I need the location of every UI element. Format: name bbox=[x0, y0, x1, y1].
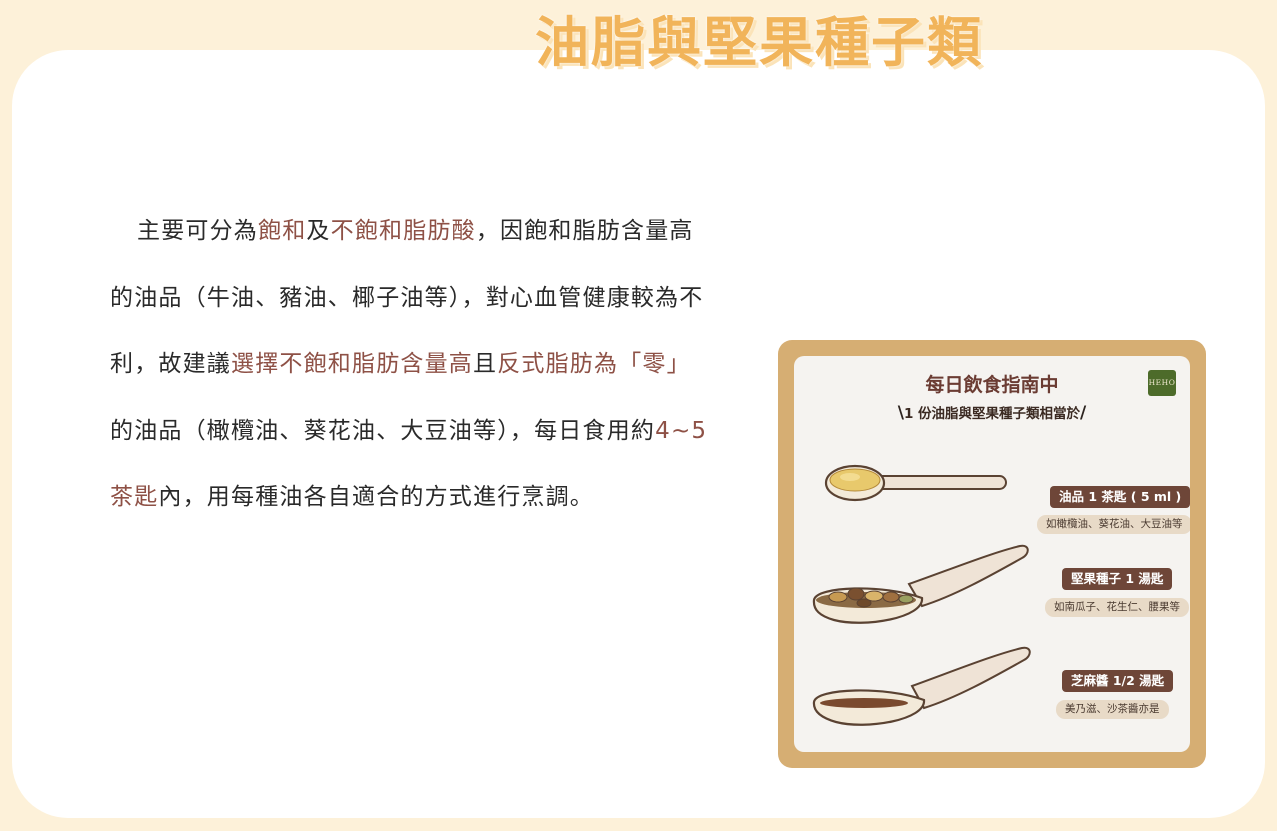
infographic-frame: 每日飲食指南中 \1 份油脂與堅果種子類相當於/ HEHO 油品 1 茶匙 (… bbox=[778, 340, 1206, 768]
infographic-panel: 每日飲食指南中 \1 份油脂與堅果種子類相當於/ HEHO 油品 1 茶匙 (… bbox=[794, 356, 1190, 752]
highlight-unsaturated-fatty-acid: 不飽和脂肪酸 bbox=[330, 218, 476, 244]
text-segment: 內，用每種油各自適合的方式進行烹調。 bbox=[158, 484, 595, 510]
body-paragraph: 主要可分為飽和及不飽和脂肪酸，因飽和脂肪含量高的油品（牛油、豬油、椰子油等），對… bbox=[110, 198, 710, 531]
text-segment: 主要可分為 bbox=[137, 218, 258, 244]
soup-spoon-nuts-icon bbox=[812, 544, 1029, 624]
text-segment: 且 bbox=[473, 351, 498, 377]
spoon-illustrations bbox=[812, 464, 1031, 726]
item-examples-oil: 如橄欖油、葵花油、大豆油等 bbox=[1037, 515, 1190, 534]
text-segment: 及 bbox=[306, 218, 331, 244]
teaspoon-icon bbox=[824, 464, 1007, 502]
item-examples-nuts: 如南瓜子、花生仁、腰果等 bbox=[1045, 598, 1189, 617]
item-label-sesame-paste: 芝麻醬 1/2 湯匙 bbox=[1062, 670, 1174, 692]
item-examples-sesame-paste: 美乃滋、沙茶醬亦是 bbox=[1056, 700, 1169, 719]
highlight-zero-trans-fat: 反式脂肪為「零」 bbox=[497, 351, 691, 377]
item-label-oil: 油品 1 茶匙 ( 5 ml ) bbox=[1050, 486, 1190, 508]
highlight-choose-unsaturated: 選擇不飽和脂肪含量高 bbox=[231, 351, 473, 377]
page-title: 油脂與堅果種子類 bbox=[535, 11, 983, 74]
text-segment: 的油品（橄欖油、葵花油、大豆油等），每日食用約 bbox=[110, 417, 656, 444]
highlight-saturated: 飽和 bbox=[258, 218, 307, 244]
item-label-nuts: 堅果種子 1 湯匙 bbox=[1062, 568, 1173, 590]
soup-spoon-sesame-paste-icon bbox=[812, 646, 1031, 726]
